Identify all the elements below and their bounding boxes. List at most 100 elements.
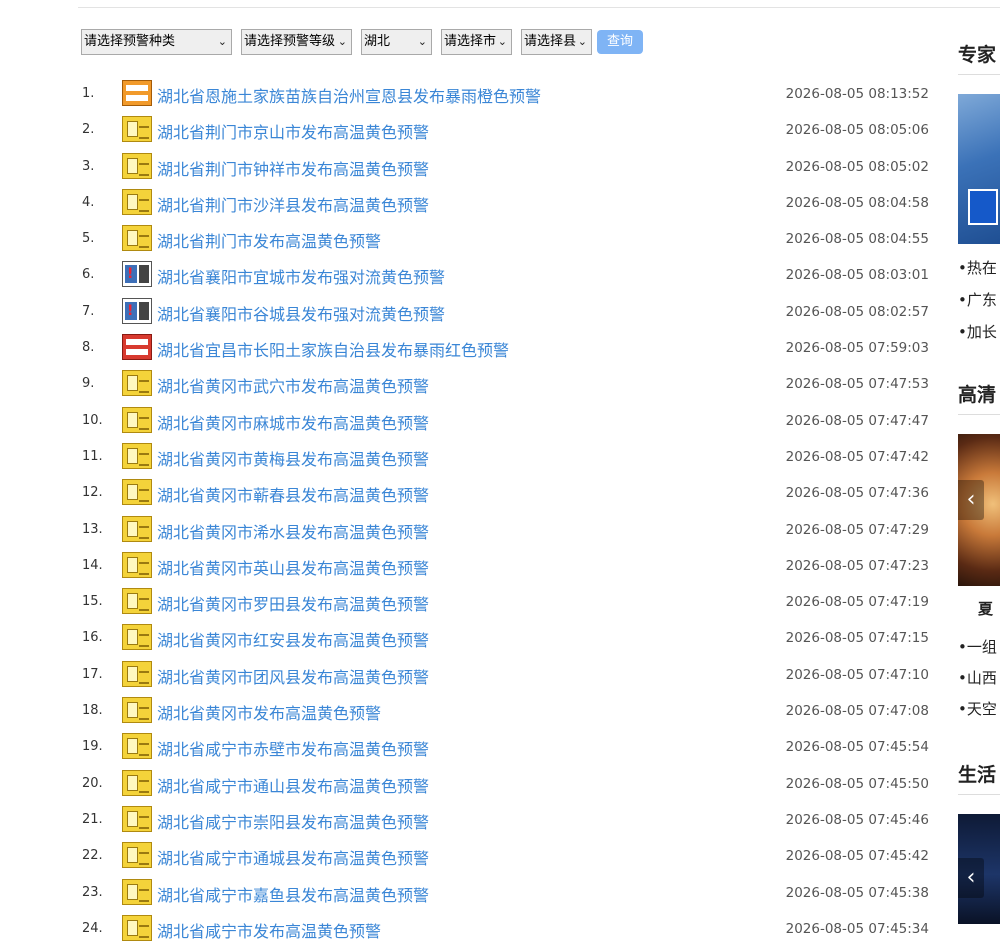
orange-rainstorm-icon[interactable] — [122, 80, 152, 106]
yellow-heat-icon[interactable] — [122, 406, 152, 433]
chevron-down-icon: ⌄ — [337, 35, 347, 48]
alert-title-link[interactable]: 湖北省荆门市沙洋县发布高温黄色预警 — [157, 192, 429, 216]
alert-index: 13. — [82, 521, 103, 537]
convection-alert-icon[interactable]: ! — [122, 261, 152, 288]
alert-title-link[interactable]: 湖北省咸宁市赤壁市发布高温黄色预警 — [157, 736, 429, 760]
alert-title-link[interactable]: 湖北省咸宁市通城县发布高温黄色预警 — [157, 845, 429, 869]
yellow-heat-icon[interactable] — [122, 805, 152, 832]
gallery-caption: 夏 — [978, 600, 994, 618]
alert-row: 23. 湖北省咸宁市嘉鱼县发布高温黄色预警 2026-08-05 07:45:38 — [0, 875, 940, 911]
alert-index: 15. — [82, 594, 103, 610]
category-select[interactable]: 请选择预警种类 ⌄ — [81, 29, 232, 55]
yellow-heat-icon[interactable] — [122, 152, 152, 179]
alert-title-link[interactable]: 湖北省黄冈市麻城市发布高温黄色预警 — [157, 410, 429, 434]
expert-news-link-1[interactable]: •热在 — [958, 257, 997, 278]
alert-title-link[interactable]: 湖北省黄冈市黄梅县发布高温黄色预警 — [157, 446, 429, 470]
alert-title-link[interactable]: 湖北省黄冈市武穴市发布高温黄色预警 — [157, 373, 429, 397]
yellow-heat-icon[interactable] — [122, 660, 152, 687]
level-select[interactable]: 请选择预警等级 ⌄ — [241, 29, 352, 55]
yellow-heat-icon[interactable] — [122, 733, 152, 760]
hd-news-link-3[interactable]: •天空 — [958, 698, 997, 719]
alert-timestamp: 2026-08-05 07:45:42 — [785, 848, 929, 865]
yellow-heat-icon[interactable] — [122, 624, 152, 651]
alert-title-link[interactable]: 湖北省襄阳市宜城市发布强对流黄色预警 — [157, 264, 445, 288]
chevron-down-icon: ⌄ — [497, 35, 507, 48]
alert-row: 20. 湖北省咸宁市通山县发布高温黄色预警 2026-08-05 07:45:50 — [0, 766, 940, 802]
alert-title-link[interactable]: 湖北省荆门市发布高温黄色预警 — [157, 228, 381, 252]
alert-title-link[interactable]: 湖北省黄冈市红安县发布高温黄色预警 — [157, 627, 429, 651]
alert-title-link[interactable]: 湖北省宜昌市长阳土家族自治县发布暴雨红色预警 — [157, 337, 509, 361]
alert-timestamp: 2026-08-05 08:02:57 — [785, 303, 929, 320]
alert-index: 2. — [82, 122, 95, 138]
alert-timestamp: 2026-08-05 07:45:38 — [785, 884, 929, 901]
query-button[interactable]: 查询 — [597, 30, 643, 54]
level-select-value: 请选择预警等级 — [244, 34, 336, 49]
alert-timestamp: 2026-08-05 08:04:58 — [785, 194, 929, 211]
life-gallery-image[interactable]: ‹ — [958, 814, 1000, 924]
alert-title-link[interactable]: 湖北省黄冈市英山县发布高温黄色预警 — [157, 555, 429, 579]
county-select[interactable]: 请选择县 ⌄ — [521, 29, 592, 55]
city-select[interactable]: 请选择市 ⌄ — [441, 29, 512, 55]
alert-index: 17. — [82, 666, 103, 682]
yellow-heat-icon[interactable] — [122, 842, 152, 869]
alert-row: 8. 湖北省宜昌市长阳土家族自治县发布暴雨红色预警 2026-08-05 07:59… — [0, 330, 940, 366]
expert-feature-image[interactable] — [958, 94, 1000, 244]
province-select[interactable]: 湖北 ⌄ — [361, 29, 432, 55]
alert-index: 18. — [82, 703, 103, 719]
yellow-heat-icon[interactable] — [122, 588, 152, 615]
alert-index: 10. — [82, 412, 103, 428]
alert-row: 9. 湖北省黄冈市武穴市发布高温黄色预警 2026-08-05 07:47:53 — [0, 366, 940, 402]
gallery-prev-arrow[interactable]: ‹ — [958, 480, 984, 520]
hd-gallery-image[interactable]: ‹ — [958, 434, 1000, 586]
alert-title-link[interactable]: 湖北省黄冈市发布高温黄色预警 — [157, 700, 381, 724]
alert-index: 8. — [82, 340, 95, 356]
alert-timestamp: 2026-08-05 07:47:29 — [785, 521, 929, 538]
alert-title-link[interactable]: 湖北省咸宁市嘉鱼县发布高温黄色预警 — [157, 882, 429, 906]
yellow-heat-icon[interactable] — [122, 479, 152, 506]
yellow-heat-icon[interactable] — [122, 697, 152, 724]
yellow-heat-icon[interactable] — [122, 769, 152, 796]
alert-index: 7. — [82, 303, 95, 319]
chevron-down-icon: ⌄ — [217, 35, 227, 48]
red-rainstorm-icon[interactable] — [122, 334, 152, 361]
alert-row: 1. 湖北省恩施土家族苗族自治州宣恩县发布暴雨橙色预警 2026-08-05 08:… — [0, 76, 940, 112]
alert-title-link[interactable]: 湖北省恩施土家族苗族自治州宣恩县发布暴雨橙色预警 — [157, 83, 541, 107]
alert-title-link[interactable]: 湖北省咸宁市通山县发布高温黄色预警 — [157, 773, 429, 797]
city-select-value: 请选择市 — [444, 34, 497, 49]
alert-title-link[interactable]: 湖北省黄冈市罗田县发布高温黄色预警 — [157, 591, 429, 615]
yellow-heat-icon[interactable] — [122, 225, 152, 252]
alert-index: 20. — [82, 775, 103, 791]
yellow-heat-icon[interactable] — [122, 515, 152, 542]
alert-title-link[interactable]: 湖北省襄阳市谷城县发布强对流黄色预警 — [157, 301, 445, 325]
alert-title-link[interactable]: 湖北省咸宁市崇阳县发布高温黄色预警 — [157, 809, 429, 833]
yellow-heat-icon[interactable] — [122, 370, 152, 397]
hd-news-link-2[interactable]: •山西 — [958, 667, 997, 688]
alert-index: 9. — [82, 376, 95, 392]
alert-title-link[interactable]: 湖北省荆门市京山市发布高温黄色预警 — [157, 119, 429, 143]
hd-news-link-1[interactable]: •一组 — [958, 636, 997, 657]
alert-timestamp: 2026-08-05 08:04:55 — [785, 231, 929, 248]
yellow-heat-icon[interactable] — [122, 878, 152, 905]
alert-row: 21. 湖北省咸宁市崇阳县发布高温黄色预警 2026-08-05 07:45:46 — [0, 802, 940, 838]
alert-index: 5. — [82, 231, 95, 247]
expert-news-link-2[interactable]: •广东 — [958, 289, 997, 310]
yellow-heat-icon[interactable] — [122, 188, 152, 215]
expert-news-link-3[interactable]: •加长 — [958, 321, 997, 342]
alert-title-link[interactable]: 湖北省咸宁市发布高温黄色预警 — [157, 918, 381, 942]
yellow-heat-icon[interactable] — [122, 551, 152, 578]
alert-timestamp: 2026-08-05 07:59:03 — [785, 340, 929, 357]
alert-title-link[interactable]: 湖北省黄冈市浠水县发布高温黄色预警 — [157, 519, 429, 543]
alert-row: 6.! 湖北省襄阳市宜城市发布强对流黄色预警 2026-08-05 08:03:01 — [0, 257, 940, 293]
life-prev-arrow[interactable]: ‹ — [958, 858, 984, 898]
yellow-heat-icon[interactable] — [122, 116, 152, 143]
alert-title-link[interactable]: 湖北省黄冈市团风县发布高温黄色预警 — [157, 664, 429, 688]
alert-row: 16. 湖北省黄冈市红安县发布高温黄色预警 2026-08-05 07:47:15 — [0, 620, 940, 656]
convection-alert-icon[interactable]: ! — [122, 297, 152, 324]
alert-title-link[interactable]: 湖北省黄冈市蕲春县发布高温黄色预警 — [157, 482, 429, 506]
yellow-heat-icon[interactable] — [122, 914, 152, 941]
alert-row: 5. 湖北省荆门市发布高温黄色预警 2026-08-05 08:04:55 — [0, 221, 940, 257]
alert-index: 16. — [82, 630, 103, 646]
alert-title-link[interactable]: 湖北省荆门市钟祥市发布高温黄色预警 — [157, 156, 429, 180]
alert-index: 23. — [82, 884, 103, 900]
yellow-heat-icon[interactable] — [122, 442, 152, 469]
